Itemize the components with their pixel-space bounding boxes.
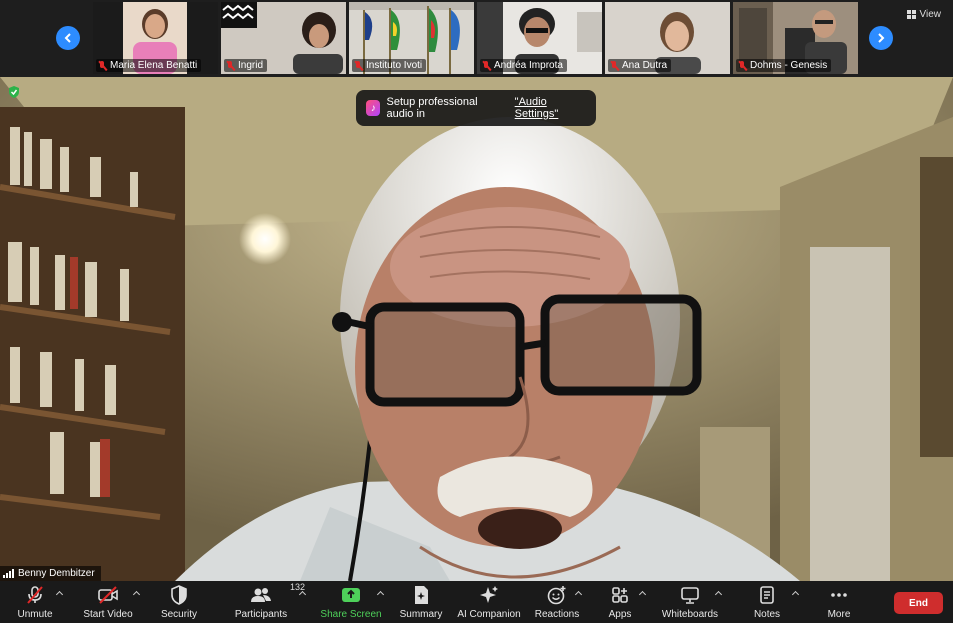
participant-name-tag: Andréa Improta — [480, 59, 567, 72]
summary-button[interactable]: Summary — [398, 581, 444, 623]
audio-settings-banner: ♪ Setup professional audio in "Audio Set… — [356, 90, 596, 126]
apps-icon — [612, 587, 628, 603]
security-shield-icon — [171, 585, 187, 605]
gallery-prev-button[interactable] — [56, 26, 80, 50]
apps-options-caret[interactable] — [639, 590, 646, 597]
participant-tile[interactable]: Ingrid — [221, 2, 346, 74]
participant-name: Ingrid — [238, 60, 264, 71]
summary-label: Summary — [399, 609, 443, 620]
notes-label: Notes — [753, 609, 781, 620]
view-button[interactable]: View — [906, 9, 942, 20]
participant-name-tag: Maria Elena Benatti — [96, 59, 202, 72]
start-video-button[interactable]: Start Video — [81, 581, 135, 623]
end-label: End — [909, 597, 928, 609]
grid-view-icon — [906, 10, 916, 19]
smiley-icon — [547, 586, 566, 605]
encryption-shield-icon[interactable] — [7, 85, 21, 99]
summary-icon — [415, 586, 428, 604]
music-note-icon: ♪ — [366, 100, 381, 116]
meeting-toolbar: Unmute Start Video Security 132 Particip… — [0, 581, 953, 623]
unmute-button[interactable]: Unmute — [12, 581, 58, 623]
main-speaker-video: ♪ Setup professional audio in "Audio Set… — [0, 77, 953, 581]
participant-tile[interactable]: Maria Elena Benatti — [93, 2, 218, 74]
chevron-left-icon — [64, 33, 71, 43]
whiteboards-label: Whiteboards — [661, 609, 719, 620]
mic-muted-icon — [226, 60, 235, 71]
participant-tile[interactable]: Dohms - Genesis — [733, 2, 858, 74]
view-label: View — [919, 9, 942, 20]
gallery-next-button[interactable] — [869, 26, 893, 50]
mic-muted-icon — [738, 60, 747, 71]
participant-tile[interactable]: Instituto Ivoti — [349, 2, 474, 74]
notes-options-caret[interactable] — [792, 590, 799, 597]
apps-button[interactable]: Apps — [603, 581, 637, 623]
security-button[interactable]: Security — [157, 581, 201, 623]
whiteboards-button[interactable]: Whiteboards — [660, 581, 720, 623]
reactions-options-caret[interactable] — [575, 590, 582, 597]
security-label: Security — [160, 609, 198, 620]
share-screen-icon — [342, 588, 360, 602]
participant-name: Andréa Improta — [494, 60, 563, 71]
end-meeting-button[interactable]: End — [894, 592, 943, 614]
banner-text: Setup professional audio in — [386, 96, 478, 120]
participant-tile[interactable]: Ana Dutra — [605, 2, 730, 74]
participant-name: Dohms - Genesis — [750, 60, 828, 71]
more-button[interactable]: More — [820, 581, 858, 623]
participants-button[interactable]: 132 Participants — [233, 581, 305, 623]
participant-name: Instituto Ivoti — [366, 60, 423, 71]
video-off-icon — [98, 586, 118, 604]
more-label: More — [827, 609, 851, 620]
reactions-button[interactable]: Reactions — [535, 581, 579, 623]
participants-icon — [251, 588, 271, 602]
start-video-label: Start Video — [83, 609, 133, 620]
notes-button[interactable]: Notes — [748, 581, 786, 623]
more-dots-icon — [831, 593, 847, 597]
share-screen-button[interactable]: Share Screen — [320, 581, 382, 623]
speaker-video-frame — [0, 77, 953, 581]
audio-settings-link[interactable]: "Audio Settings" — [515, 96, 586, 120]
participant-name: Maria Elena Benatti — [110, 60, 198, 71]
share-options-caret[interactable] — [377, 590, 384, 597]
notes-icon — [760, 586, 774, 604]
participants-label: Participants — [234, 609, 288, 620]
mic-off-icon — [27, 586, 43, 604]
video-options-caret[interactable] — [133, 590, 140, 597]
audio-options-caret[interactable] — [56, 590, 63, 597]
signal-bars-icon — [3, 569, 14, 578]
participants-options-caret[interactable] — [299, 590, 306, 597]
share-screen-label: Share Screen — [320, 609, 382, 620]
mic-muted-icon — [482, 60, 491, 71]
speaker-name-tag: Benny Dembitzer — [0, 566, 101, 581]
ai-companion-button[interactable]: AI Companion — [457, 581, 521, 623]
participant-name-tag: Ingrid — [224, 59, 268, 72]
speaker-name: Benny Dembitzer — [18, 568, 95, 579]
whiteboards-options-caret[interactable] — [715, 590, 722, 597]
ai-companion-label: AI Companion — [457, 609, 521, 620]
mic-muted-icon — [610, 60, 619, 71]
chevron-right-icon — [878, 33, 885, 43]
gallery-strip: Maria Elena Benatti Ingrid Instituto Ivo… — [0, 0, 953, 77]
participant-name: Ana Dutra — [622, 60, 668, 71]
apps-label: Apps — [608, 609, 632, 620]
participant-tile[interactable]: Andréa Improta — [477, 2, 602, 74]
participant-name-tag: Ana Dutra — [608, 59, 672, 72]
whiteboard-icon — [681, 587, 699, 604]
participant-name-tag: Dohms - Genesis — [736, 59, 832, 72]
mic-muted-icon — [98, 60, 107, 71]
participant-name-tag: Instituto Ivoti — [352, 59, 427, 72]
reactions-label: Reactions — [534, 609, 580, 620]
ai-sparkle-icon — [480, 586, 498, 603]
unmute-label: Unmute — [17, 609, 53, 620]
mic-muted-icon — [354, 60, 363, 71]
